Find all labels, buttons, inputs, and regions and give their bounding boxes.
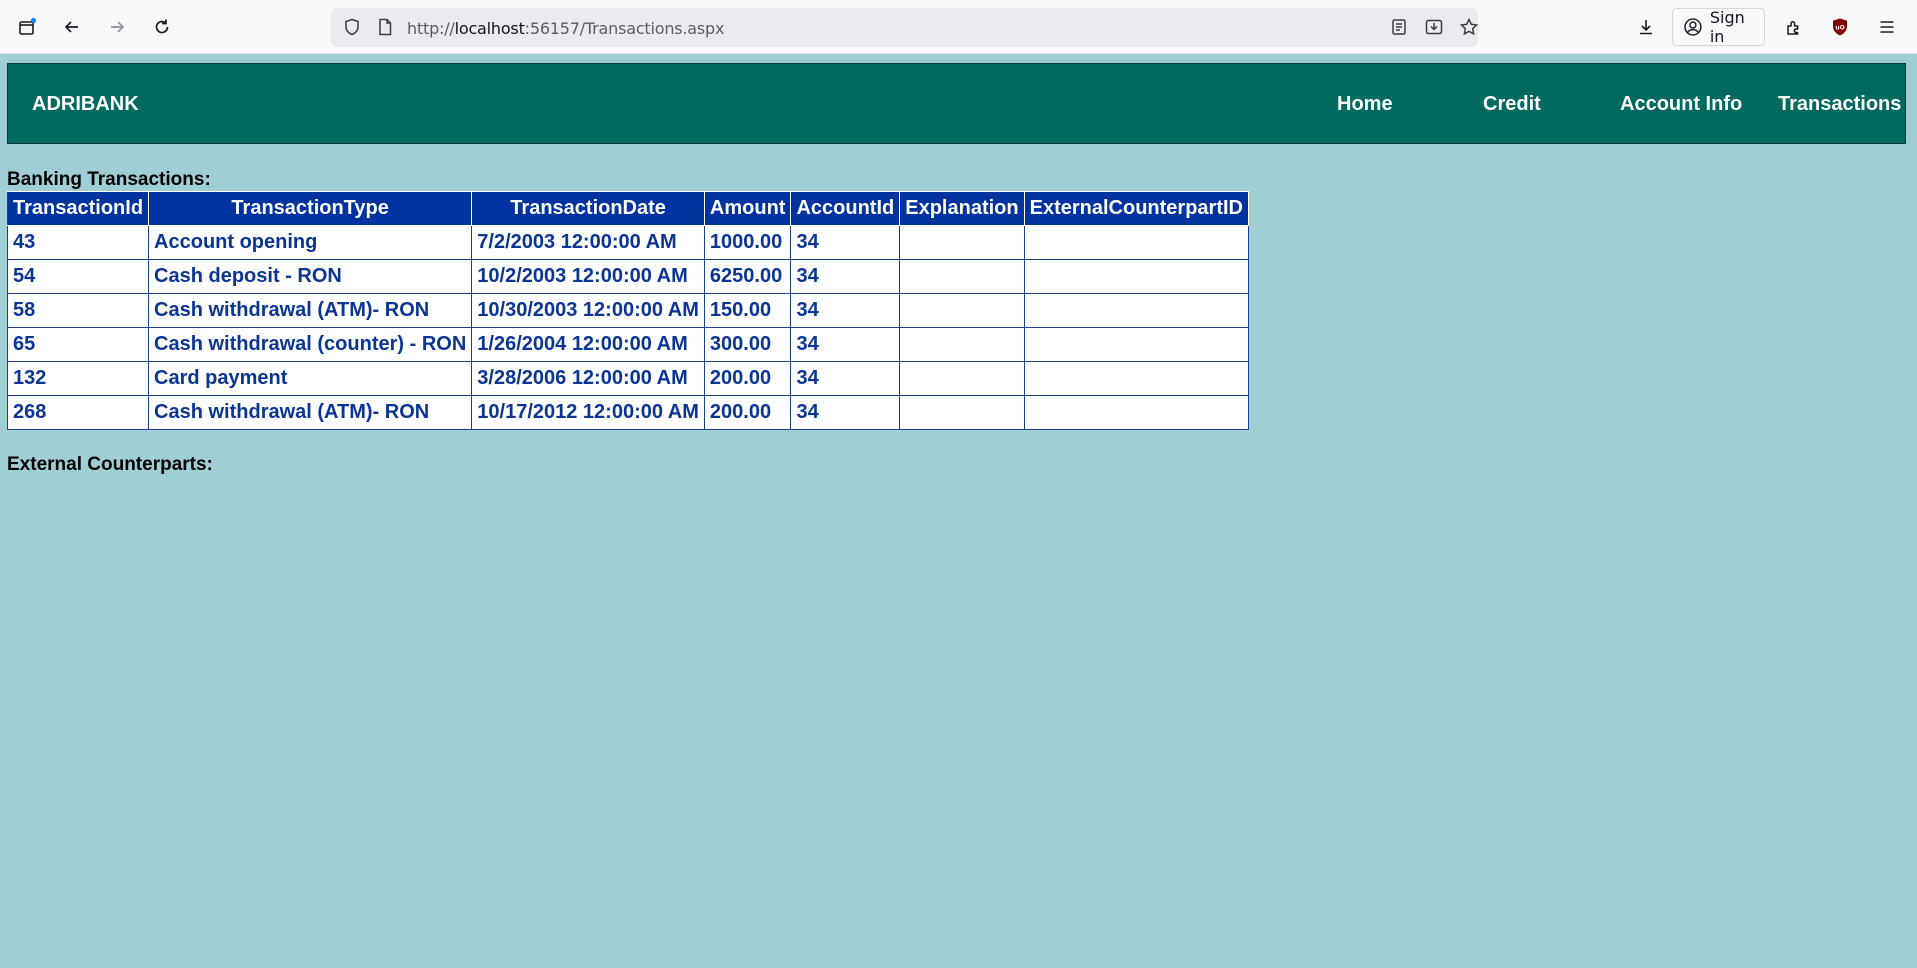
cell-transaction-date: 1/26/2004 12:00:00 AM bbox=[471, 327, 705, 362]
cell-explanation bbox=[899, 293, 1025, 328]
nav-link-transactions[interactable]: Transactions bbox=[1778, 93, 1901, 116]
back-icon[interactable] bbox=[54, 9, 90, 45]
cell-explanation bbox=[899, 395, 1025, 430]
cell-transaction-id: 268 bbox=[6, 395, 150, 430]
tab-overview-icon[interactable] bbox=[9, 9, 45, 45]
cell-account-id: 34 bbox=[790, 259, 901, 294]
transactions-table: TransactionId TransactionType Transactio… bbox=[6, 191, 1249, 430]
column-header-transaction-date: TransactionDate bbox=[471, 191, 705, 226]
cell-transaction-date: 7/2/2003 12:00:00 AM bbox=[471, 225, 705, 260]
cell-transaction-date: 3/28/2006 12:00:00 AM bbox=[471, 361, 705, 396]
nav-link-account-info[interactable]: Account Info bbox=[1620, 93, 1742, 116]
table-row: 43 Account opening 7/2/2003 12:00:00 AM … bbox=[6, 225, 1249, 260]
cell-amount: 200.00 bbox=[703, 361, 792, 396]
nav-link-home[interactable]: Home bbox=[1337, 93, 1393, 116]
cell-external-counterpart-id bbox=[1023, 225, 1249, 260]
cell-account-id: 34 bbox=[790, 395, 901, 430]
cell-amount: 300.00 bbox=[703, 327, 792, 362]
cell-amount: 6250.00 bbox=[703, 259, 792, 294]
cell-transaction-type: Cash withdrawal (ATM)- RON bbox=[148, 293, 473, 328]
menu-icon[interactable] bbox=[1869, 9, 1905, 45]
save-to-pocket-icon[interactable] bbox=[1424, 17, 1444, 37]
shield-icon[interactable] bbox=[342, 17, 362, 37]
bookmark-star-icon[interactable] bbox=[1459, 17, 1479, 37]
column-header-transaction-id: TransactionId bbox=[6, 191, 150, 226]
url-prefix: http:// bbox=[407, 19, 455, 38]
reload-icon[interactable] bbox=[144, 9, 180, 45]
table-row: 58 Cash withdrawal (ATM)- RON 10/30/2003… bbox=[6, 293, 1249, 328]
external-counterparts-heading: External Counterparts: bbox=[7, 454, 213, 475]
sign-in-button[interactable]: Sign in bbox=[1672, 8, 1765, 46]
cell-amount: 200.00 bbox=[703, 395, 792, 430]
downloads-icon[interactable] bbox=[1628, 9, 1664, 45]
table-row: 268 Cash withdrawal (ATM)- RON 10/17/201… bbox=[6, 395, 1249, 430]
table-header-row: TransactionId TransactionType Transactio… bbox=[6, 191, 1249, 226]
cell-external-counterpart-id bbox=[1023, 327, 1249, 362]
cell-transaction-type: Cash withdrawal (counter) - RON bbox=[148, 327, 473, 362]
sign-in-label: Sign in bbox=[1709, 8, 1745, 46]
url-path: :56157/Transactions.aspx bbox=[524, 19, 725, 38]
cell-transaction-type: Account opening bbox=[148, 225, 473, 260]
extensions-icon[interactable] bbox=[1775, 9, 1811, 45]
cell-transaction-date: 10/17/2012 12:00:00 AM bbox=[471, 395, 705, 430]
cell-transaction-type: Card payment bbox=[148, 361, 473, 396]
url-text[interactable]: http://localhost:56157/Transactions.aspx bbox=[407, 19, 724, 38]
url-host: localhost bbox=[454, 19, 525, 38]
address-bar[interactable]: http://localhost:56157/Transactions.aspx bbox=[331, 8, 1479, 47]
cell-transaction-id: 65 bbox=[6, 327, 150, 362]
table-row: 132 Card payment 3/28/2006 12:00:00 AM 2… bbox=[6, 361, 1249, 396]
cell-amount: 150.00 bbox=[703, 293, 792, 328]
column-header-account-id: AccountId bbox=[790, 191, 901, 226]
cell-transaction-id: 132 bbox=[6, 361, 150, 396]
cell-transaction-date: 10/2/2003 12:00:00 AM bbox=[471, 259, 705, 294]
cell-explanation bbox=[899, 327, 1025, 362]
cell-external-counterpart-id bbox=[1023, 259, 1249, 294]
cell-transaction-type: Cash withdrawal (ATM)- RON bbox=[148, 395, 473, 430]
column-header-transaction-type: TransactionType bbox=[148, 191, 473, 226]
cell-transaction-id: 58 bbox=[6, 293, 150, 328]
svg-text:uO: uO bbox=[1835, 25, 1844, 32]
cell-account-id: 34 bbox=[790, 293, 901, 328]
cell-account-id: 34 bbox=[790, 327, 901, 362]
cell-amount: 1000.00 bbox=[703, 225, 792, 260]
column-header-external-counterpart-id: ExternalCounterpartID bbox=[1023, 191, 1249, 226]
reader-view-icon[interactable] bbox=[1389, 17, 1409, 37]
table-row: 65 Cash withdrawal (counter) - RON 1/26/… bbox=[6, 327, 1249, 362]
column-header-explanation: Explanation bbox=[899, 191, 1025, 226]
cell-explanation bbox=[899, 361, 1025, 396]
nav-link-credit[interactable]: Credit bbox=[1483, 93, 1541, 116]
brand-logo-text[interactable]: ADRIBANK bbox=[32, 93, 139, 116]
cell-account-id: 34 bbox=[790, 225, 901, 260]
ublock-origin-icon[interactable]: uO bbox=[1822, 9, 1858, 45]
cell-transaction-id: 43 bbox=[6, 225, 150, 260]
cell-transaction-id: 54 bbox=[6, 259, 150, 294]
cell-transaction-type: Cash deposit - RON bbox=[148, 259, 473, 294]
table-row: 54 Cash deposit - RON 10/2/2003 12:00:00… bbox=[6, 259, 1249, 294]
account-icon bbox=[1684, 18, 1702, 36]
cell-transaction-date: 10/30/2003 12:00:00 AM bbox=[471, 293, 705, 328]
cell-explanation bbox=[899, 225, 1025, 260]
cell-external-counterpart-id bbox=[1023, 395, 1249, 430]
page-info-icon[interactable] bbox=[375, 17, 395, 37]
browser-toolbar: http://localhost:56157/Transactions.aspx… bbox=[0, 0, 1917, 54]
column-header-amount: Amount bbox=[703, 191, 792, 226]
cell-external-counterpart-id bbox=[1023, 293, 1249, 328]
cell-external-counterpart-id bbox=[1023, 361, 1249, 396]
site-navbar: ADRIBANK Home Credit Account Info Transa… bbox=[7, 63, 1906, 144]
cell-explanation bbox=[899, 259, 1025, 294]
banking-transactions-heading: Banking Transactions: bbox=[7, 169, 211, 190]
forward-icon[interactable] bbox=[99, 9, 135, 45]
cell-account-id: 34 bbox=[790, 361, 901, 396]
